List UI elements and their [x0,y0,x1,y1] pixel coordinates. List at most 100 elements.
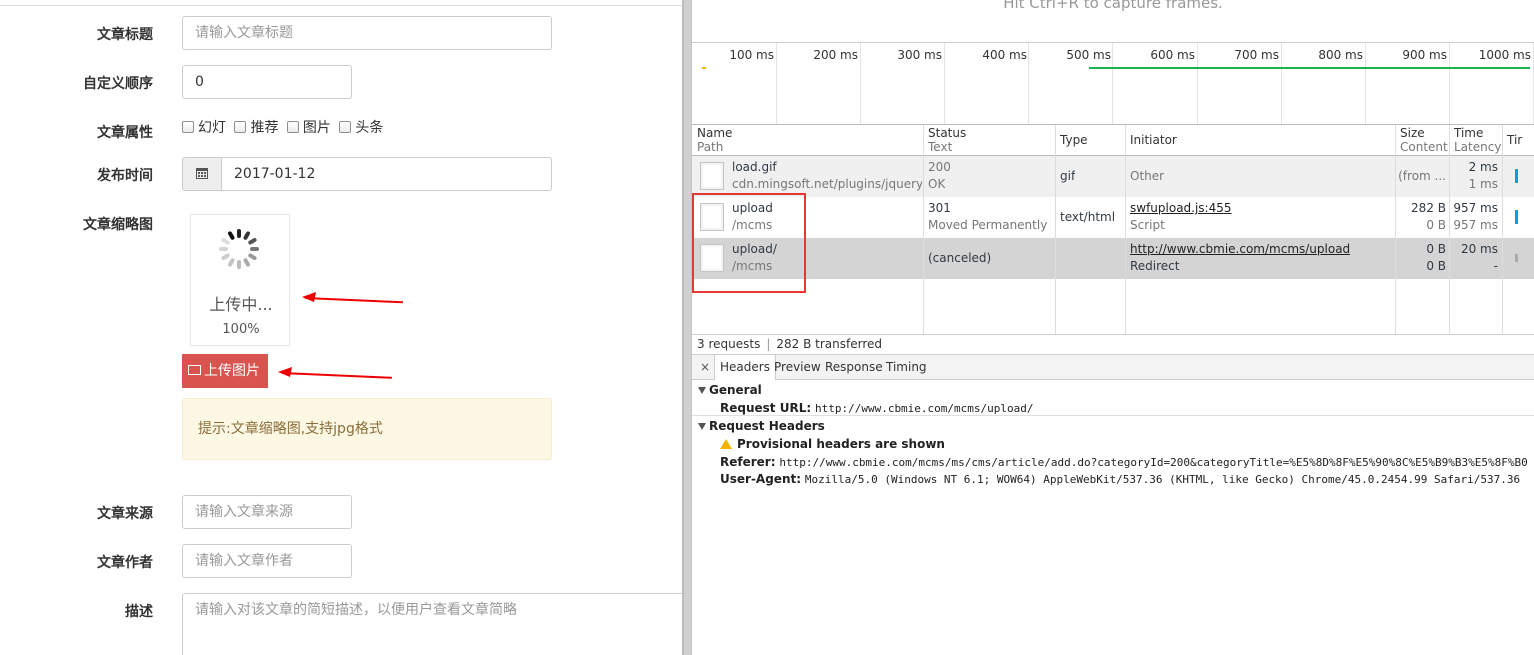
request-initiator: Other [1130,169,1165,183]
order-input[interactable]: 0 [182,65,352,99]
order-label: 自定义顺序 [83,76,153,92]
timeline-request-bar [702,67,706,69]
general-section-header[interactable]: General [698,383,762,397]
thumbnail-tip: 提示:文章缩略图,支持jpg格式 [182,398,552,460]
author-input[interactable]: 请输入文章作者 [182,544,352,578]
timeline-gridline [1365,43,1366,125]
expand-triangle-icon[interactable] [698,387,706,394]
arrowhead-icon [302,292,316,302]
column-divider[interactable] [1395,125,1396,335]
title-input[interactable]: 请输入文章标题 [182,16,552,50]
column-divider[interactable] [1055,125,1056,335]
top-divider [0,5,682,6]
request-time: 20 ms [1460,242,1498,256]
timeline-gridline [944,43,945,125]
initiator-link[interactable]: swfupload.js:455 [1130,201,1232,215]
col-timeline-header[interactable]: Tir [1507,133,1522,147]
attr-checkbox-slide[interactable]: 幻灯 [182,120,226,136]
request-row-selected[interactable]: upload/ /mcms (canceled) http://www.cbmi… [692,238,1534,279]
tab-response[interactable]: Response [825,355,883,380]
timeline-tick-label: 800 ms [1318,48,1363,62]
col-status-header[interactable]: Status [928,126,966,140]
tab-headers[interactable]: Headers [714,355,776,380]
network-summary-bar: 3 requests | 282 B transferred [692,334,1534,354]
col-name-header[interactable]: Name [697,126,732,140]
request-row[interactable]: load.gif cdn.mingsoft.net/plugins/jquery… [692,156,1534,197]
request-initiator-type: Redirect [1130,259,1180,273]
col-content-header[interactable]: Content [1400,140,1448,154]
request-url-value: http://www.cbmie.com/mcms/upload/ [814,402,1034,415]
transferred-size: 282 B transferred [776,337,882,351]
date-input[interactable]: 2017-01-12 [221,157,552,191]
attr-label: 文章属性 [97,125,153,141]
author-label: 文章作者 [97,555,153,571]
request-url-row: Request URL: http://www.cbmie.com/mcms/u… [720,401,1034,415]
request-size: 0 B [1426,242,1446,256]
column-divider[interactable] [1502,125,1503,335]
image-icon [188,365,201,375]
initiator-link[interactable]: http://www.cbmie.com/mcms/upload [1130,242,1350,256]
request-latency: 1 ms [1468,177,1498,191]
timeline-gridline [1197,43,1198,125]
tab-timing[interactable]: Timing [886,355,927,380]
timeline-tick-label: 300 ms [897,48,942,62]
checkbox-icon[interactable] [339,121,352,133]
request-latency: - [1493,259,1498,273]
col-latency-header[interactable]: Latency [1454,140,1501,154]
source-input[interactable]: 请输入文章来源 [182,495,352,529]
request-status: (canceled) [928,251,992,265]
request-headers-section-header[interactable]: Request Headers [698,419,825,433]
timeline-tick-label: 500 ms [1066,48,1111,62]
timeline-gridline [1449,43,1450,125]
description-textarea[interactable]: 请输入对该文章的简短描述，以便用户查看文章简略 [182,593,682,655]
thumbnail-preview: 上传中... 100% [190,214,290,346]
timeline-gridline [1028,43,1029,125]
description-label: 描述 [125,604,153,620]
file-gif-icon [700,162,724,190]
request-latency: 957 ms [1453,218,1498,232]
checkbox-icon[interactable] [286,121,299,133]
provisional-warning: Provisional headers are shown [720,437,945,451]
col-path-header[interactable]: Path [697,140,723,154]
close-icon[interactable]: × [700,355,710,380]
user-agent-value: Mozilla/5.0 (Windows NT 6.1; WOW64) Appl… [804,473,1521,486]
user-agent-header-row: User-Agent: Mozilla/5.0 (Windows NT 6.1;… [720,472,1521,486]
requests-table: Name Path Status Text Type Initiator Siz… [692,124,1534,335]
timeline-gridline [860,43,861,125]
column-divider[interactable] [923,125,924,335]
timeline-tick-label: 200 ms [813,48,858,62]
upload-image-button[interactable]: 上传图片 [182,354,268,388]
date-label: 发布时间 [97,168,153,184]
article-form-panel: 文章标题 请输入文章标题 自定义顺序 0 文章属性 幻灯 推荐 图片 头条 发布… [0,0,682,655]
attr-checkbox-image[interactable]: 图片 [286,120,331,136]
checkbox-icon[interactable] [234,121,247,133]
waterfall-bar [1515,210,1518,224]
detail-tabs: × Headers Preview Response Timing [692,354,1534,380]
source-label: 文章来源 [97,506,153,522]
request-initiator-type: Script [1130,218,1165,232]
column-divider[interactable] [1449,125,1450,335]
attr-checkbox-recommend[interactable]: 推荐 [234,120,278,136]
column-divider[interactable] [1125,125,1126,335]
checkbox-icon[interactable] [182,121,194,133]
request-row[interactable]: upload /mcms 301 Moved Permanently text/… [692,197,1534,238]
tab-preview[interactable]: Preview [774,355,821,380]
network-overview-timeline[interactable]: 100 ms 200 ms 300 ms 400 ms 500 ms 600 m… [692,42,1534,125]
timeline-tick-label: 100 ms [729,48,774,62]
timeline-gridline [1112,43,1113,125]
request-status-text: Moved Permanently [928,218,1048,232]
calendar-addon[interactable] [182,157,222,191]
request-type: gif [1060,169,1076,183]
panel-splitter[interactable] [682,0,692,655]
annotation-arrow-upload-button [281,372,392,379]
col-initiator-header[interactable]: Initiator [1130,133,1177,147]
col-type-header[interactable]: Type [1060,133,1088,147]
request-type: text/html [1060,210,1116,224]
col-time-header[interactable]: Time [1454,126,1483,140]
col-size-header[interactable]: Size [1400,126,1425,140]
request-name: load.gif [732,160,777,174]
attr-checkbox-headline[interactable]: 头条 [339,120,383,136]
request-path: cdn.mingsoft.net/plugins/jquery.s... [732,177,922,191]
expand-triangle-icon[interactable] [698,423,706,430]
col-text-header[interactable]: Text [928,140,952,154]
